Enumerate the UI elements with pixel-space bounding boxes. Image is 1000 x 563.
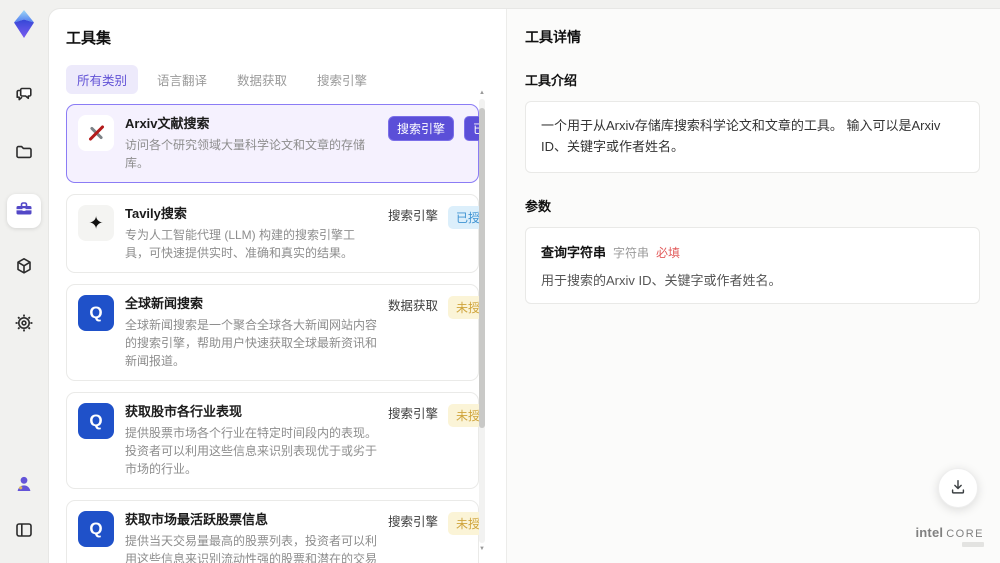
tool-description: 提供当天交易量最高的股票列表，投资者可以利用这些信息来识别流动性强的股票和潜在的… [125,534,378,563]
sparkle-icon: ✦ [78,205,114,241]
person-icon [14,474,34,499]
category-tab-0[interactable]: 所有类别 [66,65,139,94]
q-logo-icon: Q [78,295,114,331]
tool-category-label: 数据获取 [388,299,439,313]
param-required-badge: 必填 [656,245,681,260]
download-button[interactable] [938,468,978,508]
tool-status-badge: 已授权 [448,206,479,229]
chat-icon [14,85,34,110]
sidebar-item-tools[interactable] [7,194,41,228]
param-description: 用于搜索的Arxiv ID、关键字或作者姓名。 [541,272,782,288]
sidebar-item-chat[interactable] [7,80,41,114]
intel-wordmark: intel [915,525,944,540]
tool-meta: 搜索引擎已授权 [388,205,479,262]
tool-card-body: 获取市场最活跃股票信息提供当天交易量最高的股票列表，投资者可以利用这些信息来识别… [125,511,377,563]
scroll-thumb[interactable] [479,107,485,428]
app-root: 工具集 所有类别 语言翻译 数据获取 搜索引擎 Arxiv文献搜索 访问各个研究领域大量… [0,0,1000,563]
tool-card[interactable]: ✦ Tavily搜索专为人工智能代理 (LLM) 构建的搜索引擎工具，可快速提供实… [66,194,479,273]
folder-icon [14,142,34,167]
tool-name: 获取股市各行业表现 [125,404,243,419]
category-tabs: 所有类别 语言翻译 数据获取 搜索引擎 [66,65,506,94]
category-tab-1[interactable]: 语言翻译 [146,65,218,94]
toolbox-icon [14,199,34,224]
tool-description: 提供股票市场各个行业在特定时间段内的表现。投资者可以利用这些信息来识别表现优于或… [125,426,378,476]
param-head: 查询字符串 字符串 必填 [541,242,964,261]
sidebar-nav [7,80,41,342]
list-scrollbar[interactable]: ▲ ▼ [478,89,486,553]
tool-status-badge: 未授权 [448,512,479,535]
tool-card[interactable]: Q 获取股市各行业表现提供股票市场各个行业在特定时间段内的表现。投资者可以利用这些… [66,392,479,489]
category-tab-3[interactable]: 搜索引擎 [306,65,378,94]
tools-column: 工具集 所有类别 语言翻译 数据获取 搜索引擎 Arxiv文献搜索 访问各个研究领域大量… [49,9,506,563]
tool-description: 全球新闻搜索是一个聚合全球各大新闻网站内容的搜索引擎，帮助用户快速获取全球最新资… [125,318,378,368]
scroll-track[interactable] [479,99,485,543]
tool-name: 获取市场最活跃股票信息 [125,512,269,527]
q-logo-icon: Q [78,403,114,439]
tool-status-badge: 未授权 [448,404,479,427]
tool-name: Tavily搜索 [125,206,187,221]
sidebar-bottom [0,469,48,549]
param-name: 查询字符串 [541,244,607,260]
details-panel: 工具详情 工具介绍 一个用于从Arxiv存储库搜索科学论文和文章的工具。 输入可… [506,9,1000,563]
panel-toggle-icon [14,520,34,545]
page-title: 工具集 [66,30,112,47]
tool-card-body: Arxiv文献搜索访问各个研究领域大量科学论文和文章的存储库。 [125,115,377,172]
scroll-down-arrow[interactable]: ▼ [478,545,486,553]
tool-card-body: 全球新闻搜索全球新闻搜索是一个聚合全球各大新闻网站内容的搜索引擎，帮助用户快速获… [125,295,377,370]
gear-icon [14,313,34,338]
user-avatar[interactable] [7,469,41,503]
intel-core-sub-mark [962,542,984,547]
tool-meta: 搜索引擎未授权 [388,511,479,563]
tool-description: 专为人工智能代理 (LLM) 构建的搜索引擎工具，可快速提供实时、准确和真实的结… [125,228,356,260]
sidebar-item-models[interactable] [7,251,41,285]
params-heading: 参数 [525,198,552,214]
collapse-sidebar-button[interactable] [7,515,41,549]
tool-category-label: 搜索引擎 [388,515,439,529]
app-logo [8,8,40,40]
category-tab-2[interactable]: 数据获取 [226,65,298,94]
tool-card[interactable]: Q 全球新闻搜索全球新闻搜索是一个聚合全球各大新闻网站内容的搜索引擎，帮助用户快速… [66,284,479,381]
main-panel: 工具集 所有类别 语言翻译 数据获取 搜索引擎 Arxiv文献搜索 访问各个研究领域大量… [48,8,1000,563]
intro-text: 一个用于从Arxiv存储库搜索科学论文和文章的工具。 输入可以是Arxiv ID… [541,118,941,154]
tool-card[interactable]: Q 获取市场最活跃股票信息提供当天交易量最高的股票列表，投资者可以利用这些信息来识… [66,500,479,563]
tool-status-badge: 未授权 [448,296,479,319]
scroll-up-arrow[interactable]: ▲ [478,89,486,97]
tool-description: 访问各个研究领域大量科学论文和文章的存储库。 [125,138,366,170]
tool-meta: 搜索引擎已授权 [388,115,479,172]
intro-box: 一个用于从Arxiv存储库搜索科学论文和文章的工具。 输入可以是Arxiv ID… [525,101,980,173]
sidebar-item-files[interactable] [7,137,41,171]
tool-card[interactable]: Arxiv文献搜索访问各个研究领域大量科学论文和文章的存储库。搜索引擎已授权 [66,104,479,183]
intel-core-logo: intel CORE [915,525,984,547]
tool-category-label: 搜索引擎 [388,209,439,223]
core-wordmark: CORE [946,528,984,540]
tool-card-body: Tavily搜索专为人工智能代理 (LLM) 构建的搜索引擎工具，可快速提供实时… [125,205,377,262]
tool-status-badge: 已授权 [464,116,479,141]
arxiv-logo-icon [78,115,114,151]
tool-category-label: 搜索引擎 [388,407,439,421]
tool-list: Arxiv文献搜索访问各个研究领域大量科学论文和文章的存储库。搜索引擎已授权✦T… [66,104,479,563]
param-box: 查询字符串 字符串 必填 用于搜索的Arxiv ID、关键字或作者姓名。 [525,226,980,304]
intro-heading: 工具介绍 [525,73,578,88]
cube-icon [14,256,34,281]
details-title: 工具详情 [525,29,581,45]
sidebar-item-settings[interactable] [7,308,41,342]
sidebar [0,0,48,563]
q-logo-icon: Q [78,511,114,547]
tool-meta: 搜索引擎未授权 [388,403,479,478]
tool-card-body: 获取股市各行业表现提供股票市场各个行业在特定时间段内的表现。投资者可以利用这些信… [125,403,377,478]
param-type: 字符串 [613,245,650,260]
tool-name: 全球新闻搜索 [125,296,204,311]
tool-category-label: 搜索引擎 [388,116,455,141]
download-icon [949,478,967,499]
tool-meta: 数据获取未授权 [388,295,479,370]
tool-name: Arxiv文献搜索 [125,116,210,131]
